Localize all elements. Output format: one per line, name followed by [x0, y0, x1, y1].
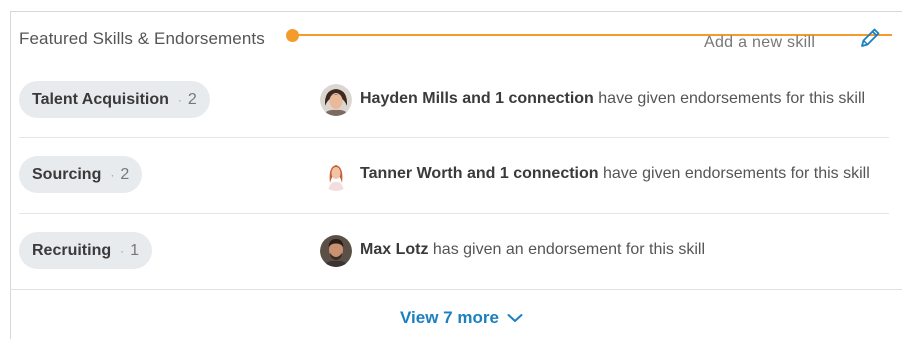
skill-pill[interactable]: Talent Acquisition · 2 — [19, 81, 210, 118]
endorsement-count: 1 — [130, 241, 140, 259]
endorsement-text: Tanner Worth and 1 connection have given… — [360, 165, 870, 183]
man-avatar[interactable] — [320, 235, 352, 267]
woman-red-hair-avatar[interactable] — [320, 159, 352, 191]
skill-name: Sourcing — [32, 165, 102, 183]
endorsement-desc: has given an endorsement for this skill — [428, 241, 706, 258]
skill-separator: · — [177, 92, 182, 107]
chevron-down-icon — [507, 314, 523, 322]
add-skill-button[interactable]: Add a new skill — [704, 34, 815, 52]
endorsement-count: 2 — [187, 90, 197, 108]
skill-row: Talent Acquisition · 2 Hayden Mills and … — [19, 62, 889, 138]
skill-row: Sourcing · 2 Tanner Worth and 1 connecti… — [19, 137, 889, 213]
view-more-button[interactable]: View 7 more — [400, 308, 523, 328]
endorsement-text: Hayden Mills and 1 connection have given… — [360, 90, 865, 108]
endorsement-text: Max Lotz has given an endorsement for th… — [360, 241, 705, 259]
endorsement-count: 2 — [120, 165, 130, 183]
woman-avatar[interactable] — [320, 84, 352, 116]
footer-divider — [10, 289, 902, 290]
endorsement-desc: have given endorsements for this skill — [598, 165, 870, 182]
skill-separator: · — [120, 243, 125, 258]
endorsement-desc: have given endorsements for this skill — [593, 90, 866, 107]
skill-pill[interactable]: Sourcing · 2 — [19, 156, 143, 193]
view-more-label: View 7 more — [400, 308, 499, 327]
pencil-icon[interactable] — [858, 26, 882, 50]
skill-name: Talent Acquisition — [32, 90, 169, 108]
skill-separator: · — [110, 167, 115, 182]
skill-row: Recruiting · 1 Max Lotz has given an end… — [19, 213, 889, 289]
endorser-name[interactable]: Tanner Worth and 1 connection — [360, 165, 599, 182]
skill-name: Recruiting — [32, 241, 112, 259]
endorser-name[interactable]: Hayden Mills and 1 connection — [360, 90, 594, 107]
section-title: Featured Skills & Endorsements — [19, 29, 265, 48]
skill-pill[interactable]: Recruiting · 1 — [19, 232, 153, 269]
endorser-name[interactable]: Max Lotz — [360, 241, 428, 258]
